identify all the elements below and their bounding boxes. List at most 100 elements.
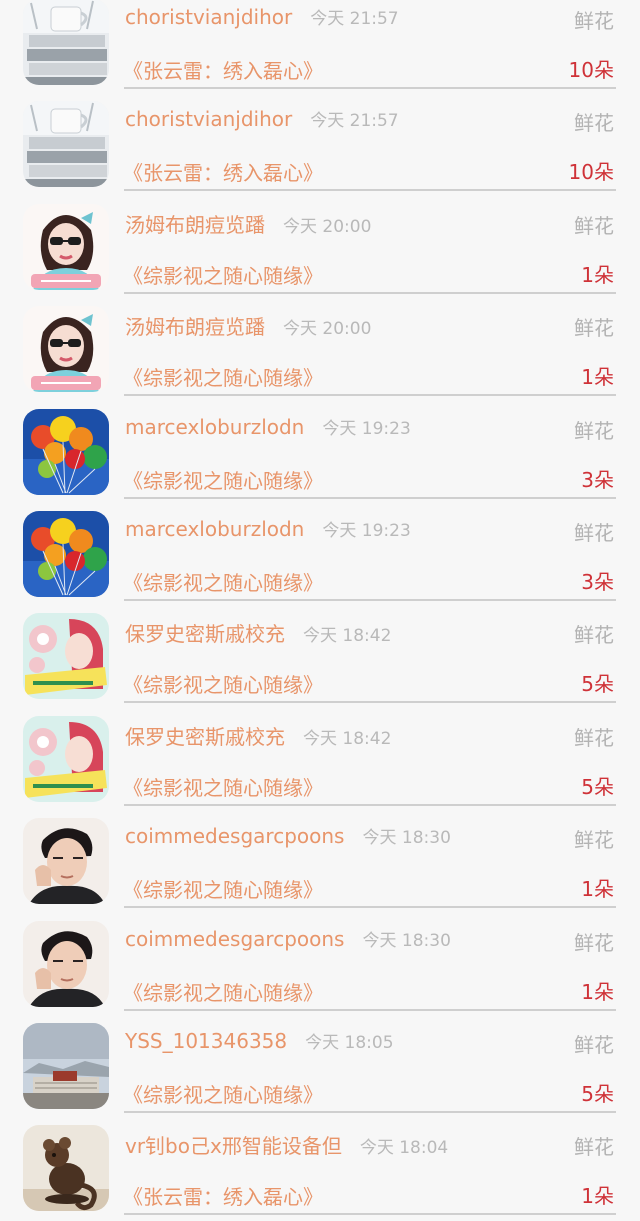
avatar[interactable]: [23, 203, 109, 290]
book-title-link[interactable]: 《综影视之随心随缘》: [123, 977, 323, 1006]
gift-type-label: 鲜花: [574, 520, 614, 545]
flower-count: 1朵: [581, 262, 614, 287]
username-text: marcexloburzlodn: [125, 414, 305, 439]
username-text: marcexloburzlodn: [125, 516, 305, 541]
username[interactable]: 汤姆布朗痘览蹯 今天 20:00: [125, 311, 371, 340]
username-text: 汤姆布朗痘览蹯: [125, 315, 265, 340]
list-item[interactable]: YSS_101346358 今天 18:05 鲜花 《综影视之随心随缘》 5朵: [0, 1016, 640, 1118]
timestamp: 今天 19:23: [322, 520, 411, 541]
bronze-mouse-statue-avatar-image: [23, 1125, 109, 1212]
avatar[interactable]: [23, 1022, 109, 1109]
book-title-link[interactable]: 《综影视之随心随缘》: [123, 772, 323, 801]
flower-count: 5朵: [581, 1081, 614, 1106]
avatar[interactable]: [23, 613, 109, 700]
avatar[interactable]: [23, 1125, 109, 1212]
username[interactable]: YSS_101346358 今天 18:05: [125, 1028, 394, 1053]
book-title-link[interactable]: 《张云雷：绣入磊心》: [123, 157, 323, 186]
book-title-link[interactable]: 《综影视之随心随缘》: [123, 260, 323, 289]
username[interactable]: coimmedesgarcpoons 今天 18:30: [125, 926, 451, 951]
book-title-link[interactable]: 《综影视之随心随缘》: [123, 465, 323, 494]
divider: [124, 598, 616, 601]
username-text: coimmedesgarcpoons: [125, 926, 345, 951]
username[interactable]: vr钊bo己x邢智能设备但 今天 18:04: [125, 1130, 448, 1159]
timestamp: 今天 19:23: [322, 418, 411, 439]
username[interactable]: choristvianjdihor 今天 21:57: [125, 4, 399, 29]
flower-count: 10朵: [568, 58, 614, 82]
list-item[interactable]: choristvianjdihor 今天 21:57 鲜花 《张云雷：绣入磊心》 …: [0, 94, 640, 196]
timestamp: 今天 18:30: [362, 930, 451, 951]
avatar[interactable]: [23, 101, 109, 188]
list-item[interactable]: marcexloburzlodn 今天 19:23 鲜花 《综影视之随心随缘》 3…: [0, 402, 640, 504]
gift-type-label: 鲜花: [574, 111, 614, 136]
list-item[interactable]: 汤姆布朗痘览蹯 今天 20:00 鲜花 《综影视之随心随缘》 1朵: [0, 299, 640, 401]
divider: [124, 701, 616, 704]
username-text: coimmedesgarcpoons: [125, 824, 345, 849]
avatar[interactable]: [23, 408, 109, 495]
avatar[interactable]: [23, 715, 109, 802]
avatar[interactable]: [23, 510, 109, 597]
username-text: choristvianjdihor: [125, 107, 293, 132]
teacup-books-photo-avatar-image: [23, 101, 109, 188]
divider: [124, 496, 616, 499]
gift-type-label: 鲜花: [574, 213, 614, 238]
list-item[interactable]: coimmedesgarcpoons 今天 18:30 鲜花 《综影视之随心随缘》…: [0, 914, 640, 1016]
gift-record-list: choristvianjdihor 今天 21:57 鲜花 《张云雷：绣入磊心》 …: [0, 0, 640, 1221]
divider: [124, 906, 616, 909]
flower-count: 10朵: [568, 160, 614, 185]
timestamp: 今天 21:57: [310, 111, 399, 132]
gift-type-label: 鲜花: [574, 930, 614, 955]
flower-count: 3朵: [581, 467, 614, 492]
book-title-link[interactable]: 《综影视之随心随缘》: [123, 362, 323, 391]
book-title-link[interactable]: 《综影视之随心随缘》: [123, 567, 323, 596]
username-text: 保罗史密斯戚校充: [125, 724, 285, 749]
pink-hair-girl-cartoon-avatar-image: [23, 715, 109, 802]
list-item[interactable]: choristvianjdihor 今天 21:57 鲜花 《张云雷：绣入磊心》 …: [0, 0, 640, 94]
username[interactable]: coimmedesgarcpoons 今天 18:30: [125, 823, 451, 848]
gift-type-label: 鲜花: [574, 623, 614, 648]
timestamp: 今天 21:57: [310, 9, 399, 29]
book-title-link[interactable]: 《张云雷：绣入磊心》: [123, 1181, 323, 1210]
divider: [124, 1110, 616, 1113]
flower-count: 5朵: [581, 774, 614, 799]
girl-sunglasses-cartoon-avatar-image: [23, 306, 109, 393]
username[interactable]: 保罗史密斯戚校充 今天 18:42: [125, 721, 391, 750]
divider: [124, 291, 616, 294]
username[interactable]: 汤姆布朗痘览蹯 今天 20:00: [125, 209, 371, 238]
gift-type-label: 鲜花: [574, 418, 614, 443]
username[interactable]: 保罗史密斯戚校充 今天 18:42: [125, 618, 391, 647]
book-title-link[interactable]: 《综影视之随心随缘》: [123, 874, 323, 903]
list-item[interactable]: coimmedesgarcpoons 今天 18:30 鲜花 《综影视之随心随缘》…: [0, 811, 640, 913]
list-item[interactable]: marcexloburzlodn 今天 19:23 鲜花 《综影视之随心随缘》 3…: [0, 504, 640, 606]
book-title-link[interactable]: 《张云雷：绣入磊心》: [123, 55, 323, 84]
divider: [124, 394, 616, 397]
potala-palace-landscape-avatar-image: [23, 1022, 109, 1109]
avatar[interactable]: [23, 818, 109, 905]
list-item[interactable]: 汤姆布朗痘览蹯 今天 20:00 鲜花 《综影视之随心随缘》 1朵: [0, 197, 640, 299]
divider: [124, 87, 616, 89]
avatar[interactable]: [23, 306, 109, 393]
timestamp: 今天 20:00: [283, 319, 372, 340]
username-text: YSS_101346358: [125, 1028, 288, 1053]
username[interactable]: marcexloburzlodn 今天 19:23: [125, 414, 411, 439]
flower-count: 1朵: [581, 1184, 614, 1209]
balloons-avatar-image: [23, 408, 109, 495]
flower-count: 1朵: [581, 979, 614, 1004]
list-item[interactable]: 保罗史密斯戚校充 今天 18:42 鲜花 《综影视之随心随缘》 5朵: [0, 709, 640, 811]
avatar[interactable]: [23, 0, 109, 85]
list-item[interactable]: vr钊bo己x邢智能设备但 今天 18:04 鲜花 《张云雷：绣入磊心》 1朵: [0, 1118, 640, 1220]
gift-type-label: 鲜花: [574, 316, 614, 341]
teacup-books-photo-avatar-image: [23, 0, 109, 85]
avatar[interactable]: [23, 920, 109, 1007]
gift-type-label: 鲜花: [574, 725, 614, 750]
book-title-link[interactable]: 《综影视之随心随缘》: [123, 669, 323, 698]
girl-sunglasses-cartoon-avatar-image: [23, 203, 109, 290]
username[interactable]: choristvianjdihor 今天 21:57: [125, 106, 399, 131]
list-item[interactable]: 保罗史密斯戚校充 今天 18:42 鲜花 《综影视之随心随缘》 5朵: [0, 606, 640, 708]
username-text: 汤姆布朗痘览蹯: [125, 212, 265, 237]
timestamp: 今天 18:04: [359, 1138, 449, 1159]
flower-count: 3朵: [581, 569, 614, 594]
book-title-link[interactable]: 《综影视之随心随缘》: [123, 1079, 323, 1108]
username[interactable]: marcexloburzlodn 今天 19:23: [125, 516, 411, 541]
flower-count: 1朵: [581, 365, 614, 390]
username-text: choristvianjdihor: [125, 5, 293, 29]
